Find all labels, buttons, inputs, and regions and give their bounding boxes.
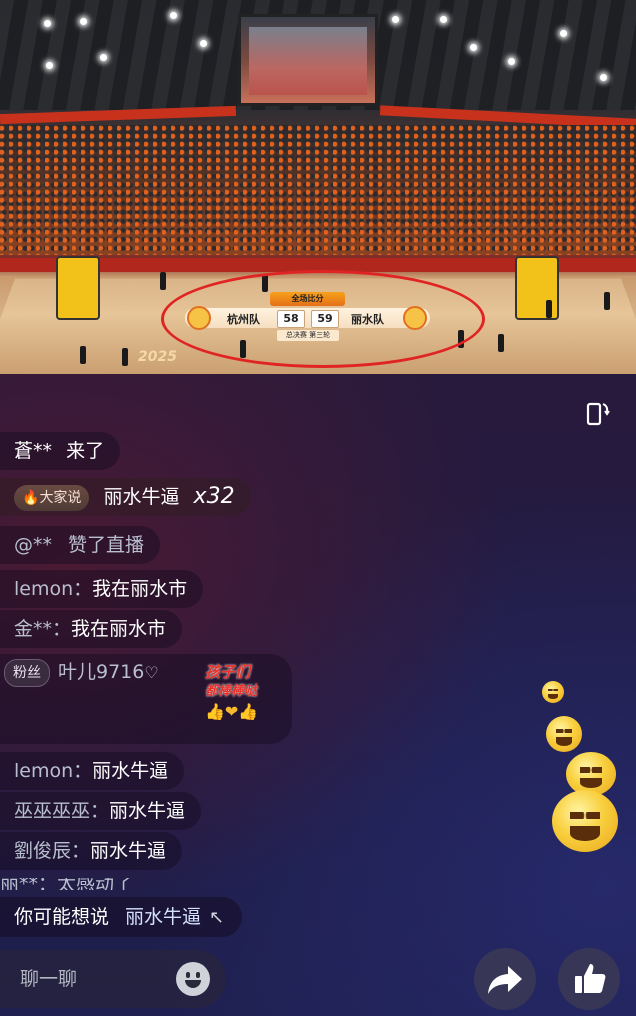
chat-username: lemon <box>14 578 74 600</box>
ceiling-light <box>440 16 447 23</box>
smiley-icon[interactable] <box>176 962 210 996</box>
player <box>498 334 504 352</box>
chat-username: 金** <box>14 618 53 640</box>
ceiling-light <box>200 40 207 47</box>
floating-laughing-icon <box>566 752 616 796</box>
player <box>122 348 128 366</box>
player <box>604 292 610 310</box>
sticker-image: 孩子们 都棒棒哒 👍❤👍 <box>205 662 283 734</box>
chat-username: @** <box>14 534 52 556</box>
like-button[interactable] <box>558 948 620 1010</box>
clapping-hands-heart-icon: 👍❤👍 <box>205 702 259 721</box>
chat-username: 蒼** <box>14 440 53 462</box>
ceiling-light <box>44 20 51 27</box>
chat-message[interactable]: 金**：我在丽水市 <box>0 610 183 648</box>
ceiling-light <box>560 30 567 37</box>
chat-separator: ： <box>71 840 91 862</box>
trending-badge-label: 大家说 <box>39 489 82 506</box>
court-year-text: 2025 <box>138 349 177 365</box>
floating-smiley-icon <box>552 790 618 852</box>
thumbs-up-icon <box>575 964 606 993</box>
chat-username: 叶儿9716 <box>58 661 145 683</box>
floating-smiley-icon <box>542 681 564 703</box>
rotate-screen-button[interactable] <box>576 394 616 434</box>
trending-badge: 🔥大家说 <box>14 484 90 511</box>
share-button[interactable] <box>474 948 536 1010</box>
chat-message-trending[interactable]: 🔥大家说 丽水牛逼 x32 <box>0 478 251 516</box>
chat-message-like[interactable]: @** 赞了直播 <box>0 526 161 564</box>
chat-separator: ： <box>73 760 93 782</box>
basketball-hoop <box>515 256 559 320</box>
crowd-stands <box>0 125 636 255</box>
chat-username: lemon <box>14 760 74 782</box>
chat-message[interactable]: lemon：我在丽水市 <box>0 570 204 608</box>
share-icon <box>488 966 522 994</box>
chat-text: 丽水牛逼 <box>90 840 167 862</box>
fire-icon: 🔥 <box>22 489 40 506</box>
ceiling-light <box>600 74 607 81</box>
player <box>80 346 86 364</box>
chat-username: 巫巫巫巫 <box>14 800 91 822</box>
chat-message-faded: 丽**：太感动了 <box>0 878 134 890</box>
chat-separator: ： <box>73 578 93 600</box>
chat-text: 赞了直播 <box>68 534 145 556</box>
floating-smiley-icon <box>546 716 582 752</box>
chat-text: 丽水牛逼 <box>109 800 186 822</box>
ceiling-light <box>100 54 107 61</box>
chat-message-join[interactable]: 蒼** 来了 <box>0 432 121 470</box>
red-annotation-circle <box>161 270 485 368</box>
chat-text: 我在丽水市 <box>92 578 188 600</box>
jumbotron <box>238 14 378 106</box>
player <box>160 272 166 290</box>
live-video[interactable]: 2025 全场比分 杭州队 58 59 丽水队 总决赛 第三轮 <box>0 0 636 374</box>
chat-text: 我在丽水市 <box>71 618 167 640</box>
chat-message[interactable]: 劉俊辰：丽水牛逼 <box>0 832 183 870</box>
basketball-hoop <box>56 256 100 320</box>
suggested-reply[interactable]: 你可能想说 丽水牛逼 ↖ <box>0 897 243 937</box>
chat-text: 来了 <box>66 440 105 462</box>
ceiling-light <box>470 44 477 51</box>
chat-text: 丽水牛逼 <box>103 486 180 508</box>
suggestion-value[interactable]: 丽水牛逼 <box>125 906 201 928</box>
fan-heart-icon: ♡ <box>144 663 159 682</box>
chat-text: 丽水牛逼 <box>92 760 169 782</box>
chat-message[interactable]: 巫巫巫巫：丽水牛逼 <box>0 792 202 830</box>
sticker-line-2: 都棒棒哒 <box>205 684 258 699</box>
sticker-line-1: 孩子们 <box>205 663 251 681</box>
chat-separator: ： <box>52 618 72 640</box>
chat-input-placeholder: 聊一聊 <box>20 968 78 990</box>
chat-input[interactable]: 聊一聊 <box>0 950 226 1008</box>
repeat-count: x32 <box>193 484 235 509</box>
rotate-screen-icon <box>586 402 610 426</box>
chat-username: 劉俊辰 <box>14 840 72 862</box>
player <box>546 300 552 318</box>
ceiling-light <box>46 62 53 69</box>
ceiling-light <box>170 12 177 19</box>
ceiling-light <box>508 58 515 65</box>
suggestion-label: 你可能想说 <box>14 906 110 928</box>
chat-message[interactable]: lemon：丽水牛逼 <box>0 752 185 790</box>
insert-arrow-icon: ↖ <box>209 907 225 928</box>
chat-separator: ： <box>90 800 110 822</box>
ceiling-light <box>392 16 399 23</box>
fan-badge: 粉丝 <box>4 658 50 687</box>
ceiling-light <box>80 18 87 25</box>
